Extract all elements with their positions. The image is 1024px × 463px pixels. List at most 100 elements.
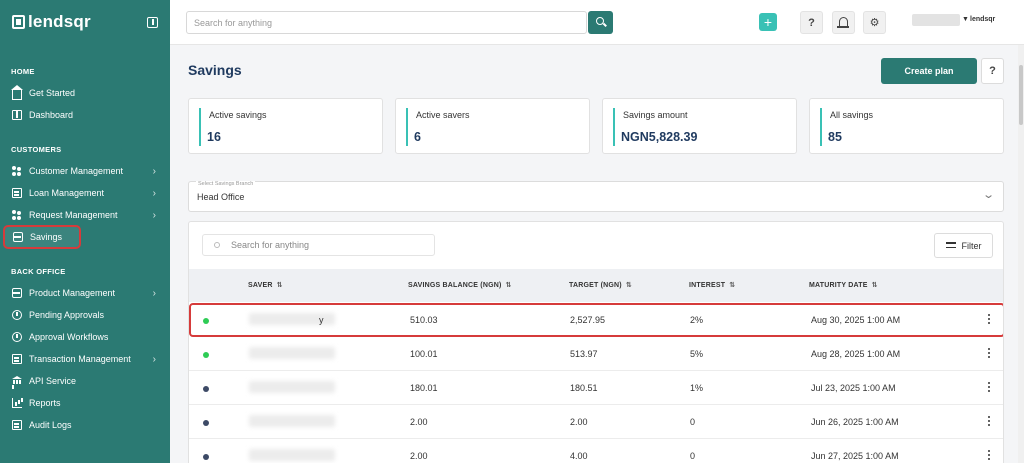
row-menu-icon[interactable]: [985, 448, 993, 463]
profile-name[interactable]: [912, 14, 960, 26]
brand-name: lendsqr: [28, 12, 91, 31]
clock-icon: [12, 310, 22, 320]
column-saver[interactable]: SAVER ⇅: [248, 281, 283, 289]
table-header: SAVER ⇅ SAVINGS BALANCE (NGN) ⇅ TARGET (NG…: [189, 269, 1003, 302]
cell-target: 513.97: [570, 349, 598, 359]
workflow-icon: [12, 332, 22, 342]
cell-maturity: Jul 23, 2025 1:00 AM: [811, 383, 896, 393]
dashboard-icon: [12, 110, 22, 120]
filter-button[interactable]: Filter: [934, 233, 993, 258]
sidebar-item-customer-management[interactable]: Customer Management ›: [4, 161, 166, 181]
saver-name-redacted: [249, 449, 335, 461]
column-label: TARGET (NGN): [569, 282, 622, 289]
chevron-right-icon: ›: [152, 166, 156, 177]
chevron-right-icon: ›: [152, 354, 156, 365]
search-button[interactable]: [588, 11, 613, 34]
table-row[interactable]: y 510.03 2,527.95 2% Aug 30, 2025 1:00 AM: [189, 303, 1003, 337]
cell-balance: 180.01: [410, 383, 438, 393]
column-interest[interactable]: INTEREST ⇅: [689, 281, 735, 289]
table-row[interactable]: 2.00 2.00 0 Jun 26, 2025 1:00 AM: [189, 405, 1003, 439]
cell-maturity: Jun 26, 2025 1:00 AM: [811, 417, 899, 427]
sidebar-item-pending-approvals[interactable]: Pending Approvals: [4, 305, 166, 325]
savings-branch-select[interactable]: Select Savings Branch Head Office ⌄: [188, 181, 1004, 212]
gear-icon: ⚙: [869, 17, 880, 29]
sidebar-item-label: API Service: [29, 376, 77, 386]
row-menu-icon[interactable]: [985, 312, 993, 328]
help-icon: ?: [989, 65, 996, 77]
bank-icon: [12, 376, 22, 386]
sliders-icon: [945, 241, 956, 250]
help-button[interactable]: ?: [800, 11, 823, 34]
loan-icon: [12, 188, 22, 198]
accent-bar: [406, 108, 408, 146]
cell-interest: 1%: [690, 383, 704, 393]
stat-label: Active savings: [209, 110, 267, 120]
savings-table-card: Search for anything Filter SAVER ⇅ SAVING…: [188, 221, 1004, 463]
status-dot: [203, 420, 209, 426]
sidebar: lendsqr HOME Get Started Dashboard CUSTO…: [0, 0, 170, 463]
sidebar-item-get-started[interactable]: Get Started: [4, 83, 166, 103]
transaction-icon: [12, 354, 22, 364]
table-row[interactable]: 2.00 4.00 0 Jun 27, 2025 1:00 AM: [189, 439, 1003, 463]
sidebar-item-reports[interactable]: Reports: [4, 393, 166, 413]
help-icon: ?: [808, 16, 815, 29]
section-home: HOME: [11, 67, 35, 76]
page-scrollbar[interactable]: [1018, 45, 1024, 463]
table-row[interactable]: 100.01 513.97 5% Aug 28, 2025 1:00 AM: [189, 337, 1003, 371]
topbar: Search for anything + ? ⚙ ▼ lendsqr: [170, 0, 1024, 45]
users-icon: [12, 166, 22, 176]
bell-icon: [837, 17, 849, 28]
stat-label: Savings amount: [623, 110, 688, 120]
row-menu-icon[interactable]: [985, 414, 993, 430]
column-balance[interactable]: SAVINGS BALANCE (NGN) ⇅: [408, 281, 512, 289]
branch-value: Head Office: [197, 192, 245, 202]
add-button[interactable]: +: [759, 13, 777, 31]
collapse-sidebar-icon[interactable]: [147, 17, 158, 28]
sidebar-item-label: Pending Approvals: [29, 310, 105, 320]
row-menu-icon[interactable]: [985, 380, 993, 396]
sidebar-item-product-management[interactable]: Product Management ›: [4, 283, 166, 303]
global-search-input[interactable]: Search for anything: [186, 11, 587, 34]
cell-interest: 5%: [690, 349, 704, 359]
settings-button[interactable]: ⚙: [863, 11, 886, 34]
status-dot: [203, 318, 209, 324]
row-menu-icon[interactable]: [985, 346, 993, 362]
table-search-placeholder: Search for anything: [231, 240, 310, 250]
stat-value: NGN5,828.39: [621, 130, 698, 144]
request-icon: [12, 210, 22, 220]
sidebar-item-label: Reports: [29, 398, 61, 408]
status-dot: [203, 454, 209, 460]
product-icon: [12, 288, 22, 298]
table-row[interactable]: 180.01 180.51 1% Jul 23, 2025 1:00 AM: [189, 371, 1003, 405]
brand-logo[interactable]: lendsqr: [12, 12, 91, 32]
sidebar-item-savings[interactable]: Savings: [3, 225, 81, 249]
stat-card-active-savers: Active savers 6: [395, 98, 590, 154]
savings-icon: [13, 232, 23, 242]
notifications-button[interactable]: [832, 11, 855, 34]
cell-balance: 2.00: [410, 417, 428, 427]
sidebar-item-transaction-management[interactable]: Transaction Management ›: [4, 349, 166, 369]
chevron-down-icon: ⌄: [981, 189, 995, 201]
create-plan-button[interactable]: Create plan: [881, 58, 977, 84]
caret-down-icon[interactable]: ▼: [962, 16, 969, 23]
sort-icon: ⇅: [871, 282, 878, 289]
page-help-button[interactable]: ?: [981, 58, 1004, 84]
column-maturity[interactable]: MATURITY DATE ⇅: [809, 281, 878, 289]
sidebar-item-label: Audit Logs: [29, 420, 72, 430]
stat-label: Active savers: [416, 110, 470, 120]
sidebar-item-dashboard[interactable]: Dashboard: [4, 105, 166, 125]
sidebar-item-request-management[interactable]: Request Management ›: [4, 205, 166, 225]
org-logo: lendsqr: [970, 16, 996, 23]
sidebar-item-audit-logs[interactable]: Audit Logs: [4, 415, 166, 435]
table-search-input[interactable]: Search for anything: [202, 234, 435, 256]
sidebar-item-api-service[interactable]: API Service: [4, 371, 166, 391]
stat-value: 85: [828, 130, 842, 144]
stat-card-active-savings: Active savings 16: [188, 98, 383, 154]
column-target[interactable]: TARGET (NGN) ⇅: [569, 281, 632, 289]
filter-label: Filter: [961, 240, 982, 251]
sort-icon: ⇅: [625, 282, 632, 289]
sidebar-item-loan-management[interactable]: Loan Management ›: [4, 183, 166, 203]
sidebar-item-label: Approval Workflows: [29, 332, 109, 342]
sidebar-item-label: Transaction Management: [29, 354, 131, 364]
sidebar-item-approval-workflows[interactable]: Approval Workflows: [4, 327, 166, 347]
